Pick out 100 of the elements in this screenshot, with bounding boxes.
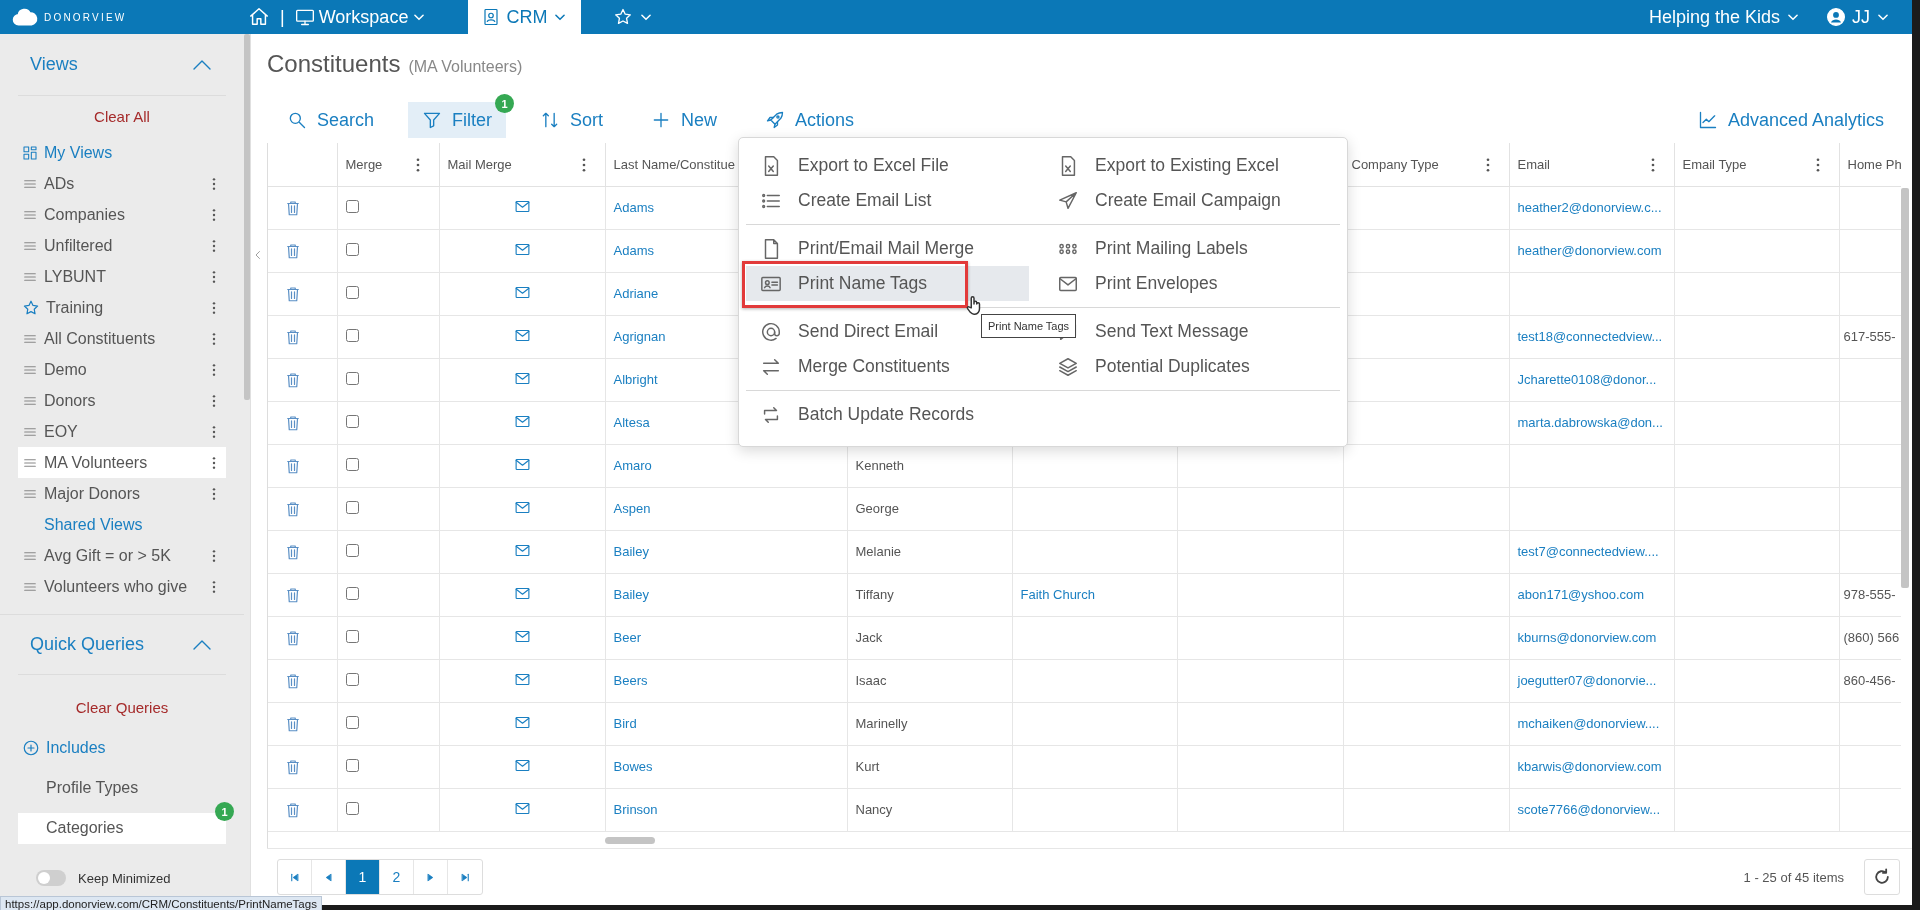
merge-checkbox[interactable] bbox=[345, 758, 359, 772]
merge-checkbox[interactable] bbox=[345, 672, 359, 686]
table-cell: Jack bbox=[847, 616, 1012, 659]
trash-icon[interactable] bbox=[284, 370, 302, 389]
toolbar-button[interactable]: Sort bbox=[526, 102, 618, 138]
scrollbar-thumb[interactable] bbox=[605, 837, 655, 844]
view-item[interactable]: Volunteers who give bbox=[18, 571, 226, 602]
constituent-link[interactable]: Bailey bbox=[613, 587, 649, 602]
trash-icon[interactable] bbox=[284, 671, 302, 690]
column-header[interactable]: Email bbox=[1517, 156, 1550, 172]
view-item[interactable]: ADs bbox=[18, 168, 226, 199]
merge-checkbox[interactable] bbox=[345, 414, 359, 428]
trash-icon[interactable] bbox=[284, 542, 302, 561]
menu-item[interactable]: Print/Email Mail Merge bbox=[746, 231, 1043, 266]
search-icon bbox=[287, 110, 307, 130]
scrollbar-thumb[interactable] bbox=[1901, 188, 1909, 588]
trash-icon[interactable] bbox=[284, 241, 302, 260]
home-icon[interactable] bbox=[248, 6, 270, 28]
constituent-link[interactable]: Altesa bbox=[613, 415, 650, 430]
toolbar-button[interactable]: Search bbox=[273, 102, 389, 138]
menu-item[interactable]: Create Email Campaign bbox=[1043, 183, 1340, 218]
view-item[interactable]: Donors bbox=[18, 385, 226, 416]
trash-icon[interactable] bbox=[284, 499, 302, 518]
constituent-link[interactable]: Brinson bbox=[613, 802, 658, 817]
menu-item[interactable]: Print Mailing Labels bbox=[1043, 231, 1340, 266]
clear-all-link[interactable]: Clear All bbox=[94, 108, 150, 125]
column-header[interactable]: Mail Merge bbox=[447, 156, 512, 172]
workspace-menu[interactable]: Workspace bbox=[294, 6, 427, 28]
merge-checkbox[interactable] bbox=[345, 328, 359, 342]
merge-checkbox[interactable] bbox=[345, 715, 359, 729]
merge-checkbox[interactable] bbox=[345, 543, 359, 557]
constituent-link[interactable]: Beers bbox=[613, 673, 648, 688]
toggle-switch[interactable] bbox=[36, 870, 66, 886]
menu-item[interactable]: Print Name Tags bbox=[746, 266, 1029, 301]
trash-icon[interactable] bbox=[284, 456, 302, 475]
trash-icon[interactable] bbox=[284, 714, 302, 733]
merge-checkbox[interactable] bbox=[345, 586, 359, 600]
trash-icon[interactable] bbox=[284, 284, 302, 303]
view-item[interactable]: Avg Gift = or > 5K bbox=[18, 540, 226, 571]
toolbar-button[interactable]: Advanced Analytics bbox=[1683, 102, 1898, 138]
nav-tab[interactable]: CRM bbox=[468, 0, 582, 34]
column-header[interactable]: Last Name/Constitue bbox=[613, 156, 735, 172]
menu-item[interactable]: Potential Duplicates bbox=[1043, 349, 1340, 384]
column-header[interactable]: Company Type bbox=[1351, 156, 1439, 172]
constituent-link[interactable]: Bailey bbox=[613, 544, 649, 559]
clear-queries-link[interactable]: Clear Queries bbox=[75, 699, 169, 716]
menu-item[interactable]: Print Envelopes bbox=[1043, 266, 1340, 301]
view-item[interactable]: All Constituents bbox=[18, 323, 226, 354]
menu-item[interactable]: Merge Constituents bbox=[746, 349, 1043, 384]
user-menu[interactable]: JJ bbox=[1826, 6, 1890, 28]
view-item[interactable]: Training bbox=[18, 292, 226, 323]
query-item[interactable]: Includes bbox=[18, 732, 226, 764]
constituent-link[interactable]: Beer bbox=[613, 630, 641, 645]
merge-checkbox[interactable] bbox=[345, 500, 359, 514]
column-header[interactable]: Email Type bbox=[1682, 156, 1747, 172]
constituent-link[interactable]: Adams bbox=[613, 243, 654, 258]
view-item[interactable]: MA Volunteers bbox=[18, 447, 226, 478]
toolbar-button[interactable]: Actions bbox=[751, 102, 869, 138]
view-item[interactable]: LYBUNT bbox=[18, 261, 226, 292]
view-item[interactable]: EOY bbox=[18, 416, 226, 447]
trash-icon[interactable] bbox=[284, 628, 302, 647]
query-item[interactable]: Profile Types bbox=[18, 772, 226, 804]
merge-checkbox[interactable] bbox=[345, 285, 359, 299]
view-item[interactable]: Major Donors bbox=[18, 478, 226, 509]
trash-icon[interactable] bbox=[284, 327, 302, 346]
company-link[interactable]: Faith Church bbox=[1020, 587, 1095, 602]
constituent-link[interactable]: Amaro bbox=[613, 458, 652, 473]
merge-checkbox[interactable] bbox=[345, 199, 359, 213]
view-item[interactable]: Companies bbox=[18, 199, 226, 230]
column-header[interactable]: Merge bbox=[345, 156, 383, 172]
scrollbar-thumb[interactable] bbox=[244, 34, 250, 400]
trash-icon[interactable] bbox=[284, 800, 302, 819]
merge-checkbox[interactable] bbox=[345, 801, 359, 815]
constituent-link[interactable]: Aspen bbox=[613, 501, 651, 516]
constituent-link[interactable]: Bird bbox=[613, 716, 637, 731]
merge-checkbox[interactable] bbox=[345, 629, 359, 643]
merge-checkbox[interactable] bbox=[345, 457, 359, 471]
constituent-link[interactable]: Agrignan bbox=[613, 329, 666, 344]
trash-icon[interactable] bbox=[284, 757, 302, 776]
page-button[interactable]: 2 bbox=[380, 860, 414, 894]
organization-menu[interactable]: Helping the Kids bbox=[1648, 6, 1800, 28]
menu-item[interactable]: Batch Update Records bbox=[746, 397, 1043, 432]
constituent-link[interactable]: Albright bbox=[613, 372, 658, 387]
refresh-button[interactable] bbox=[1864, 859, 1900, 895]
merge-checkbox[interactable] bbox=[345, 242, 359, 256]
trash-icon[interactable] bbox=[284, 585, 302, 604]
constituent-link[interactable]: Adriane bbox=[613, 286, 659, 301]
merge-checkbox[interactable] bbox=[345, 371, 359, 385]
trash-icon[interactable] bbox=[284, 413, 302, 432]
menu-item[interactable]: Export to Existing Excel bbox=[1043, 148, 1340, 183]
menu-item[interactable]: Create Email List bbox=[746, 183, 1043, 218]
toolbar-button[interactable]: New bbox=[637, 102, 732, 138]
constituent-link[interactable]: Bowes bbox=[613, 759, 653, 774]
view-item[interactable]: Demo bbox=[18, 354, 226, 385]
constituent-link[interactable]: Adams bbox=[613, 200, 654, 215]
page-button[interactable]: 1 bbox=[346, 860, 380, 894]
trash-icon[interactable] bbox=[284, 198, 302, 217]
view-item[interactable]: Unfiltered bbox=[18, 230, 226, 261]
my-views-item[interactable]: My Views bbox=[18, 137, 226, 168]
menu-item[interactable]: Export to Excel File bbox=[746, 148, 1043, 183]
